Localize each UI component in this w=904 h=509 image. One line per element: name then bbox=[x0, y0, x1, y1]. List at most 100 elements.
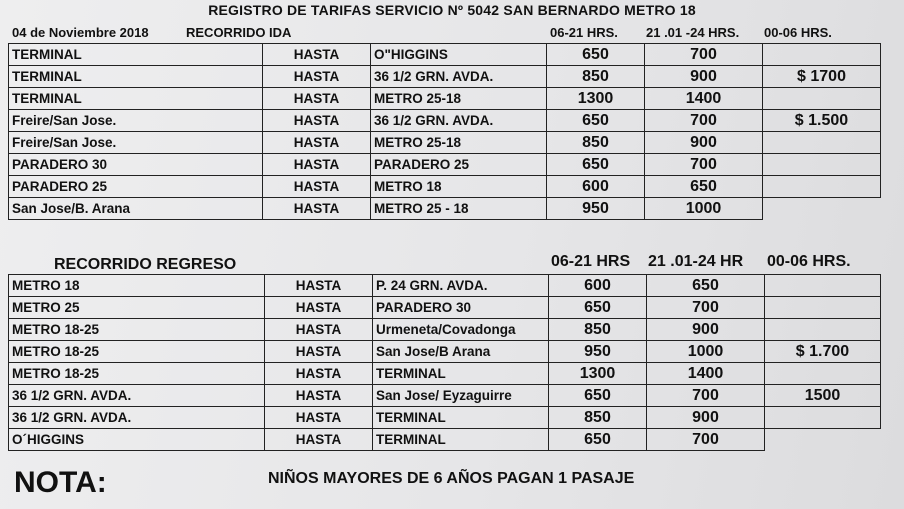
fare-day-cell: 950 bbox=[548, 340, 647, 363]
fare-night-cell bbox=[763, 198, 881, 220]
ida-header-evening: 21 .01 -24 HRS. bbox=[646, 25, 740, 40]
fare-evening-cell: 1400 bbox=[644, 87, 763, 110]
hasta-cell: HASTA bbox=[262, 109, 371, 132]
table-row: TERMINAL HASTA 36 1/2 GRN. AVDA. 850 900 $ 17… bbox=[8, 65, 881, 88]
fare-evening-cell: 900 bbox=[646, 406, 765, 429]
fare-day-cell: 850 bbox=[546, 131, 645, 154]
fare-night-cell: $ 1700 bbox=[762, 65, 881, 88]
table-row: METRO 18-25 HASTA Urmeneta/Covadonga 850 900 bbox=[8, 318, 881, 341]
fare-night-cell bbox=[764, 296, 881, 319]
hasta-cell: HASTA bbox=[264, 318, 373, 341]
table-row: METRO 25 HASTA PARADERO 30 650 700 bbox=[8, 296, 881, 319]
table-row: O´HIGGINS HASTA TERMINAL 650 700 bbox=[8, 428, 881, 451]
origin-cell: TERMINAL bbox=[8, 65, 263, 88]
destination-cell: PARADERO 25 bbox=[370, 153, 547, 176]
destination-cell: Urmeneta/Covadonga bbox=[372, 318, 549, 341]
fare-night-cell: $ 1.500 bbox=[762, 109, 881, 132]
hasta-cell: HASTA bbox=[262, 175, 371, 198]
table-row: San Jose/B. Arana HASTA METRO 25 - 18 950 10… bbox=[8, 197, 881, 220]
hasta-cell: HASTA bbox=[262, 153, 371, 176]
destination-cell: METRO 18 bbox=[370, 175, 547, 198]
table-row: METRO 18-25 HASTA TERMINAL 1300 1400 bbox=[8, 362, 881, 385]
fare-evening-cell: 700 bbox=[644, 43, 763, 66]
fare-day-cell: 850 bbox=[546, 65, 645, 88]
tariff-sheet: REGISTRO DE TARIFAS SERVICIO Nº 5042 SAN… bbox=[0, 0, 904, 509]
fare-day-cell: 650 bbox=[546, 109, 645, 132]
regreso-label: RECORRIDO REGRESO bbox=[54, 256, 237, 273]
fare-night-cell bbox=[762, 153, 881, 176]
hasta-cell: HASTA bbox=[264, 340, 373, 363]
destination-cell: O"HIGGINS bbox=[370, 43, 547, 66]
origin-cell: 36 1/2 GRN. AVDA. bbox=[8, 384, 265, 407]
hasta-cell: HASTA bbox=[262, 131, 371, 154]
origin-cell: METRO 18-25 bbox=[8, 318, 265, 341]
origin-cell: PARADERO 25 bbox=[8, 175, 263, 198]
origin-cell: METRO 18 bbox=[8, 274, 265, 297]
fare-night-cell bbox=[762, 175, 881, 198]
origin-cell: METRO 25 bbox=[8, 296, 265, 319]
fare-day-cell: 650 bbox=[546, 153, 645, 176]
regreso-header-night: 00-06 HRS. bbox=[767, 253, 851, 270]
fare-day-cell: 850 bbox=[548, 406, 647, 429]
table-row: Freire/San Jose. HASTA METRO 25-18 850 900 bbox=[8, 131, 881, 154]
regreso-header-evening: 21 .01-24 HR bbox=[648, 253, 744, 270]
fare-night-cell: $ 1.700 bbox=[764, 340, 881, 363]
ida-fare-table: TERMINAL HASTA O"HIGGINS 650 700 TERMINAL HAST… bbox=[8, 43, 881, 220]
document-title: REGISTRO DE TARIFAS SERVICIO Nº 5042 SAN… bbox=[208, 2, 696, 18]
fare-day-cell: 600 bbox=[548, 274, 647, 297]
destination-cell: 36 1/2 GRN. AVDA. bbox=[370, 109, 547, 132]
destination-cell: P. 24 GRN. AVDA. bbox=[372, 274, 549, 297]
fare-night-cell bbox=[762, 87, 881, 110]
fare-evening-cell: 700 bbox=[646, 384, 765, 407]
origin-cell: 36 1/2 GRN. AVDA. bbox=[8, 406, 265, 429]
destination-cell: METRO 25-18 bbox=[370, 131, 547, 154]
destination-cell: TERMINAL bbox=[372, 406, 549, 429]
origin-cell: METRO 18-25 bbox=[8, 362, 265, 385]
hasta-cell: HASTA bbox=[264, 428, 373, 451]
origin-cell: Freire/San Jose. bbox=[8, 109, 263, 132]
table-row: PARADERO 25 HASTA METRO 18 600 650 bbox=[8, 175, 881, 198]
hasta-cell: HASTA bbox=[264, 406, 373, 429]
destination-cell: METRO 25-18 bbox=[370, 87, 547, 110]
destination-cell: 36 1/2 GRN. AVDA. bbox=[370, 65, 547, 88]
fare-night-cell bbox=[762, 131, 881, 154]
hasta-cell: HASTA bbox=[264, 384, 373, 407]
table-row: 36 1/2 GRN. AVDA. HASTA San Jose/ Eyzaguir… bbox=[8, 384, 881, 407]
regreso-fare-table: METRO 18 HASTA P. 24 GRN. AVDA. 600 650 METRO… bbox=[8, 274, 881, 451]
origin-cell: PARADERO 30 bbox=[8, 153, 263, 176]
origin-cell: TERMINAL bbox=[8, 43, 263, 66]
fare-night-cell bbox=[762, 43, 881, 66]
origin-cell: Freire/San Jose. bbox=[8, 131, 263, 154]
fare-night-cell bbox=[764, 318, 881, 341]
fare-day-cell: 650 bbox=[546, 43, 645, 66]
hasta-cell: HASTA bbox=[264, 362, 373, 385]
note-text: NIÑOS MAYORES DE 6 AÑOS PAGAN 1 PASAJE bbox=[268, 470, 635, 487]
table-row: Freire/San Jose. HASTA 36 1/2 GRN. AVDA. 65… bbox=[8, 109, 881, 132]
fare-evening-cell: 650 bbox=[646, 274, 765, 297]
fare-night-cell bbox=[764, 274, 881, 297]
fare-day-cell: 950 bbox=[546, 197, 645, 220]
destination-cell: TERMINAL bbox=[372, 362, 549, 385]
fare-day-cell: 1300 bbox=[548, 362, 647, 385]
fare-evening-cell: 650 bbox=[644, 175, 763, 198]
destination-cell: PARADERO 30 bbox=[372, 296, 549, 319]
fare-evening-cell: 700 bbox=[646, 428, 765, 451]
ida-header-day: 06-21 HRS. bbox=[550, 25, 618, 40]
table-row: TERMINAL HASTA METRO 25-18 1300 1400 bbox=[8, 87, 881, 110]
fare-day-cell: 650 bbox=[548, 296, 647, 319]
fare-evening-cell: 1400 bbox=[646, 362, 765, 385]
regreso-header-day: 06-21 HRS bbox=[551, 253, 631, 270]
hasta-cell: HASTA bbox=[262, 197, 371, 220]
fare-evening-cell: 900 bbox=[644, 131, 763, 154]
fare-evening-cell: 1000 bbox=[646, 340, 765, 363]
fare-night-cell bbox=[764, 362, 881, 385]
fare-evening-cell: 1000 bbox=[644, 197, 763, 220]
table-row: 36 1/2 GRN. AVDA. HASTA TERMINAL 850 900 bbox=[8, 406, 881, 429]
ida-label: RECORRIDO IDA bbox=[186, 25, 292, 40]
hasta-cell: HASTA bbox=[264, 274, 373, 297]
destination-cell: San Jose/ Eyzaguirre bbox=[372, 384, 549, 407]
origin-cell: TERMINAL bbox=[8, 87, 263, 110]
table-row: TERMINAL HASTA O"HIGGINS 650 700 bbox=[8, 43, 881, 66]
fare-night-cell bbox=[765, 429, 881, 451]
fare-night-cell bbox=[764, 406, 881, 429]
